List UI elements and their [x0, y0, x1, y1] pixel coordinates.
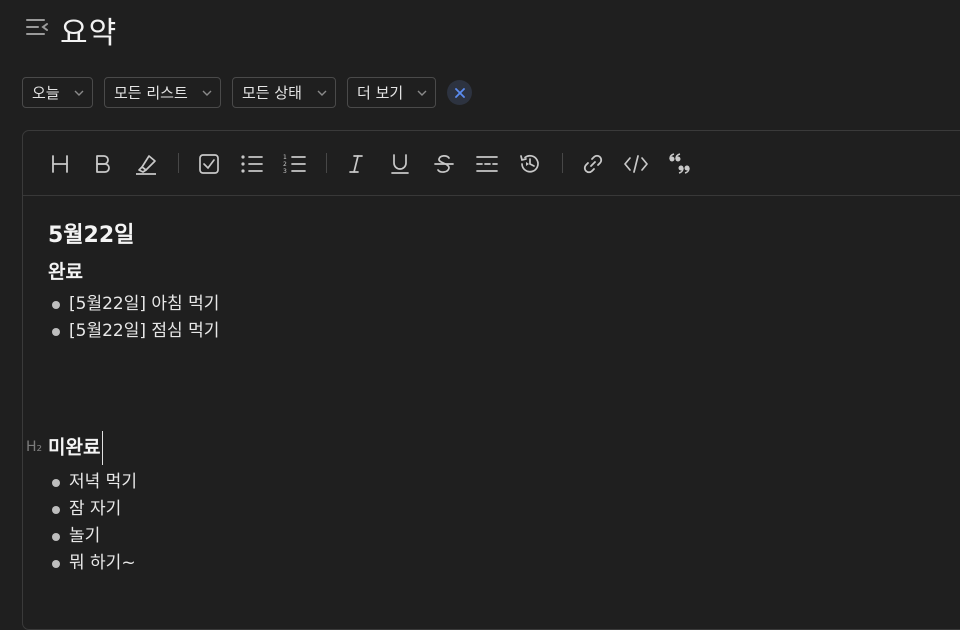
chevron-down-icon — [317, 88, 327, 98]
chevron-down-icon — [417, 88, 427, 98]
toolbar-separator — [178, 153, 179, 173]
underline-icon[interactable] — [387, 151, 413, 177]
highlight-icon[interactable] — [133, 151, 159, 177]
chevron-down-icon — [74, 88, 84, 98]
list-item[interactable]: 놀기 — [23, 523, 137, 550]
divider-icon[interactable] — [474, 151, 500, 177]
editor-content[interactable]: 5월22일 완료 [5월22일] 아침 먹기 [5월22일] 점심 먹기 H₂ … — [23, 195, 960, 629]
bullet-list-icon[interactable] — [239, 151, 265, 177]
checkbox-icon[interactable] — [196, 151, 222, 177]
bullet-dot — [52, 301, 60, 309]
filter-more-label: 더 보기 — [357, 84, 404, 102]
filter-status-label: 모든 상태 — [242, 84, 302, 102]
strikethrough-icon[interactable] — [431, 151, 457, 177]
filter-date-label: 오늘 — [32, 84, 60, 102]
quote-icon[interactable] — [666, 151, 692, 177]
svg-text:3: 3 — [283, 168, 287, 175]
filter-status-dropdown[interactable]: 모든 상태 — [232, 77, 336, 108]
link-icon[interactable] — [580, 151, 606, 177]
clear-filters-button[interactable] — [447, 80, 472, 105]
bold-icon[interactable] — [90, 151, 116, 177]
format-toolbar: 123 — [23, 131, 960, 196]
section-heading-undone[interactable]: 미완료 — [48, 431, 104, 465]
date-heading: 5월22일 — [48, 223, 135, 248]
list-item[interactable]: 저녁 먹기 — [23, 469, 137, 496]
svg-text:1: 1 — [283, 154, 287, 161]
filter-date-dropdown[interactable]: 오늘 — [22, 77, 93, 108]
top-bar: 요약 — [0, 0, 960, 60]
filter-more-dropdown[interactable]: 더 보기 — [347, 77, 436, 108]
list-item[interactable]: [5월22일] 점심 먹기 — [23, 318, 219, 345]
undone-list: 저녁 먹기 잠 자기 놀기 뭐 하기~ — [23, 469, 137, 577]
page-title: 요약 — [60, 16, 118, 51]
chevron-down-icon — [202, 88, 212, 98]
section-heading-done: 완료 — [48, 261, 83, 283]
toolbar-separator — [562, 153, 563, 173]
list-item[interactable]: [5월22일] 아침 먹기 — [23, 291, 219, 318]
code-icon[interactable] — [623, 151, 649, 177]
bullet-dot — [52, 479, 60, 487]
bullet-dot — [52, 328, 60, 336]
filter-list-dropdown[interactable]: 모든 리스트 — [104, 77, 221, 108]
close-icon — [454, 87, 465, 98]
timestamp-icon[interactable] — [517, 151, 543, 177]
bullet-dot — [52, 533, 60, 541]
heading-icon[interactable] — [47, 151, 73, 177]
heading-level-marker: H₂ — [26, 439, 43, 455]
note-editor[interactable]: 123 5월22일 완료 [5월22일] 아침 먹기 [5월22일] 점심 먹기… — [22, 130, 960, 630]
sidebar-toggle-icon[interactable] — [24, 14, 52, 42]
bullet-dot — [52, 506, 60, 514]
text-cursor — [102, 431, 104, 465]
filter-bar: 오늘 모든 리스트 모든 상태 더 보기 — [22, 77, 472, 108]
bullet-dot — [52, 560, 60, 568]
svg-text:2: 2 — [283, 161, 287, 168]
filter-list-label: 모든 리스트 — [114, 84, 188, 102]
list-item[interactable]: 잠 자기 — [23, 496, 137, 523]
toolbar-separator — [326, 153, 327, 173]
numbered-list-icon[interactable]: 123 — [282, 151, 308, 177]
done-list: [5월22일] 아침 먹기 [5월22일] 점심 먹기 — [23, 291, 219, 345]
list-item[interactable]: 뭐 하기~ — [23, 550, 137, 577]
italic-icon[interactable] — [343, 151, 369, 177]
